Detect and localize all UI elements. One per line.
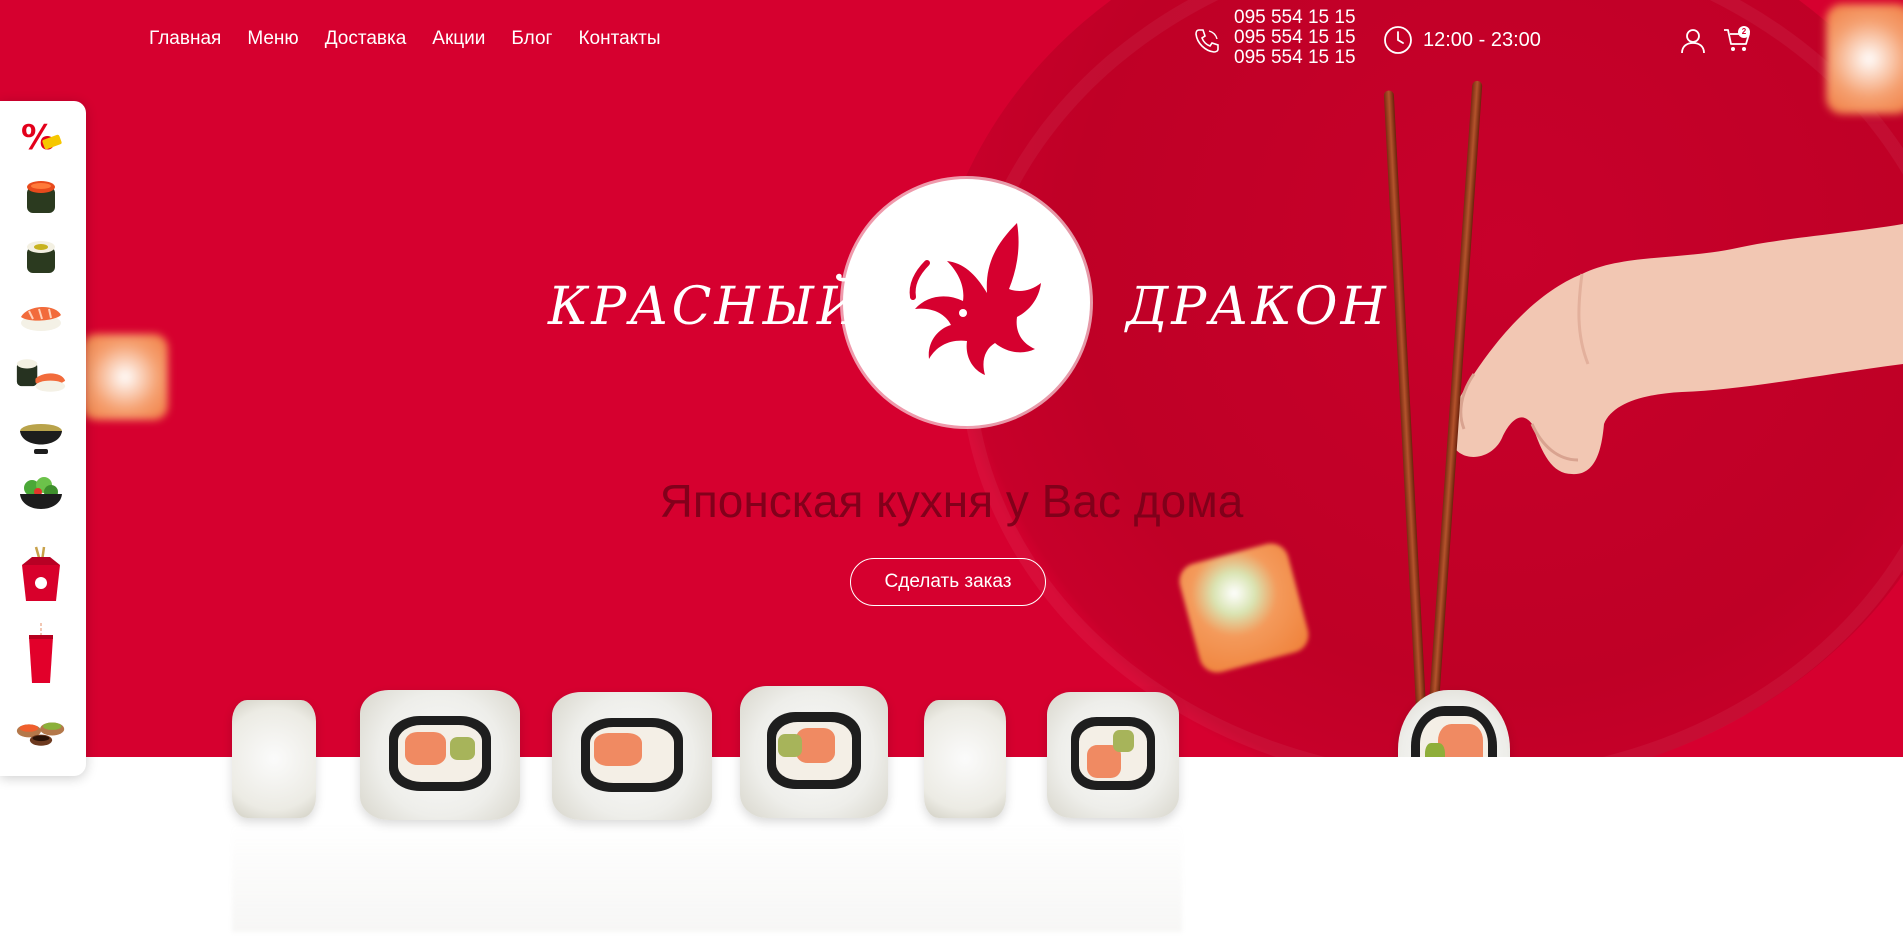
nav-blog[interactable]: Блог — [511, 28, 552, 50]
nav-home[interactable]: Главная — [149, 28, 221, 50]
rolls-reflection — [232, 822, 1182, 932]
sidebar-item-drinks[interactable] — [15, 621, 67, 687]
maki-roll-icon — [27, 241, 55, 273]
tagline: Японская кухня у Вас дома — [659, 475, 1244, 527]
hours-text: 12:00 - 23:00 — [1423, 28, 1541, 51]
phone-icon — [1195, 29, 1219, 53]
phone-number-1[interactable]: 095 554 15 15 — [1234, 8, 1356, 28]
gunkan-icon — [27, 181, 55, 213]
sidebar-item-maki[interactable] — [15, 231, 67, 279]
clock-icon — [1384, 26, 1412, 54]
sidebar-item-discounts[interactable]: % — [15, 113, 67, 161]
nav-promotions[interactable]: Акции — [432, 28, 485, 50]
sauces-icon — [16, 722, 65, 746]
roll-3 — [552, 692, 712, 820]
order-button[interactable]: Сделать заказ — [850, 558, 1046, 606]
floating-sushi-left — [82, 334, 168, 420]
cart-count-badge: 2 — [1738, 26, 1750, 38]
sidebar-item-sauces[interactable] — [15, 705, 67, 753]
wok-box-icon — [22, 546, 60, 601]
roll-6 — [1047, 692, 1179, 818]
roll-2 — [360, 690, 520, 820]
roll-5 — [924, 700, 1006, 818]
roll-4 — [740, 686, 888, 818]
brand-name-left: КРАСНЫЙ — [548, 277, 866, 337]
phone-number-3[interactable]: 095 554 15 15 — [1234, 48, 1356, 68]
floating-sushi-top-right — [1826, 4, 1903, 114]
discount-icon: % — [21, 118, 62, 158]
nav-delivery[interactable]: Доставка — [325, 28, 407, 50]
sidebar-item-gunkan[interactable] — [15, 171, 67, 219]
category-sidebar: % — [0, 101, 86, 776]
dragon-logo — [843, 179, 1090, 426]
roll-1 — [232, 700, 316, 818]
sushi-set-icon — [16, 359, 66, 392]
dragon-emblem-icon — [909, 222, 1041, 375]
sidebar-item-nigiri[interactable] — [15, 291, 67, 339]
nav-menu[interactable]: Меню — [247, 28, 298, 50]
soup-icon — [20, 424, 62, 454]
brand-name-right: ДРАКОН — [1126, 277, 1389, 337]
phone-number-2[interactable]: 095 554 15 15 — [1234, 28, 1356, 48]
sidebar-item-wok[interactable] — [15, 545, 67, 605]
main-nav: Главная Меню Доставка Акции Блог Контакт… — [149, 28, 661, 50]
nigiri-icon — [21, 306, 61, 331]
user-icon[interactable] — [1680, 28, 1706, 54]
roll-in-chopsticks — [1398, 690, 1510, 757]
nav-contacts[interactable]: Контакты — [578, 28, 660, 50]
working-hours: 12:00 - 23:00 — [1383, 25, 1541, 55]
sidebar-item-soups[interactable] — [15, 413, 67, 461]
sidebar-item-sets[interactable] — [15, 351, 67, 399]
drink-icon — [29, 623, 53, 683]
contact-phones: 095 554 15 15 095 554 15 15 095 554 15 1… — [1192, 8, 1356, 68]
